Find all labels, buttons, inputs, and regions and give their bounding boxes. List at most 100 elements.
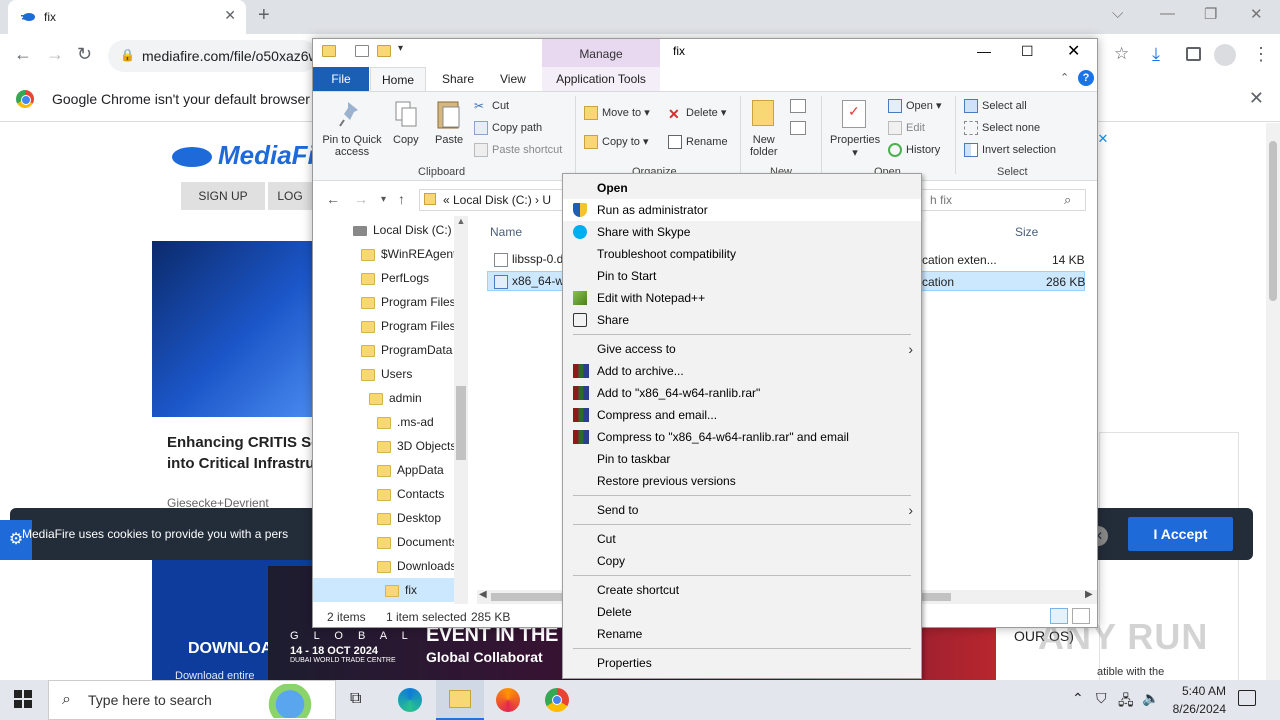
downloads-icon[interactable]: ⤓ bbox=[1152, 44, 1160, 65]
tree-item[interactable]: $WinREAgent bbox=[313, 242, 454, 266]
login-button[interactable]: LOG bbox=[268, 182, 312, 210]
page-scrollbar[interactable] bbox=[1266, 123, 1280, 680]
context-menu-item[interactable]: Send to › bbox=[563, 499, 921, 521]
context-menu-item[interactable]: Edit with Notepad++ bbox=[563, 287, 921, 309]
taskbar-time[interactable]: 5:40 AM bbox=[1166, 684, 1226, 698]
pin-to-quick-access-button[interactable]: Pin to Quick access bbox=[320, 134, 384, 158]
details-view-icon[interactable] bbox=[1050, 608, 1068, 624]
tree-item[interactable]: admin bbox=[313, 386, 454, 410]
explorer-forward-icon[interactable]: → bbox=[354, 191, 368, 207]
copy-path-button[interactable]: Copy path bbox=[474, 121, 542, 135]
column-name-header[interactable]: Name bbox=[490, 225, 522, 239]
select-all-button[interactable]: Select all bbox=[964, 99, 1027, 113]
context-menu-item[interactable]: Add to "x86_64-w64-ranlib.rar" bbox=[563, 382, 921, 404]
tree-item[interactable]: Downloads bbox=[313, 554, 454, 578]
tab-home[interactable]: Home bbox=[370, 67, 426, 92]
context-menu-item[interactable]: Open bbox=[563, 177, 921, 199]
task-view-icon[interactable]: ⧉ bbox=[350, 690, 361, 708]
rename-button[interactable]: Rename bbox=[668, 135, 728, 149]
context-menu-item[interactable]: Compress to "x86_64-w64-ranlib.rar" and … bbox=[563, 426, 921, 448]
network-icon[interactable]: 🖧 bbox=[1118, 690, 1134, 714]
context-menu-item[interactable]: Create shortcut bbox=[563, 579, 921, 601]
tree-item[interactable]: Documents bbox=[313, 530, 454, 554]
minimize-button[interactable]: — bbox=[1160, 5, 1175, 22]
invert-selection-button[interactable]: Invert selection bbox=[964, 143, 1056, 157]
file-row[interactable]: x86_64-w bbox=[494, 274, 564, 289]
page-scrollbar-thumb[interactable] bbox=[1269, 141, 1277, 301]
notification-center-icon[interactable] bbox=[1238, 690, 1256, 706]
chrome-menu-icon[interactable]: ⋮ bbox=[1252, 44, 1270, 65]
explorer-minimize-button[interactable]: — bbox=[977, 43, 991, 59]
explorer-taskbar-button[interactable] bbox=[436, 680, 484, 720]
tree-scrollbar[interactable]: ▲ bbox=[454, 216, 468, 604]
new-item-icon[interactable] bbox=[790, 99, 806, 113]
manage-tab-header[interactable]: Manage bbox=[542, 39, 660, 67]
context-menu-item[interactable]: Cut bbox=[563, 528, 921, 550]
tray-security-icon[interactable]: ⛉ bbox=[1096, 690, 1107, 707]
mediafire-logo[interactable]: MediaFi bbox=[172, 140, 315, 171]
context-menu-item[interactable]: Pin to taskbar bbox=[563, 448, 921, 470]
tree-item[interactable]: ProgramData bbox=[313, 338, 454, 362]
ribbon-collapse-icon[interactable]: ⌃ bbox=[1060, 71, 1069, 84]
explorer-back-icon[interactable]: ← bbox=[326, 191, 340, 207]
edge-icon[interactable] bbox=[398, 688, 422, 712]
properties-button[interactable]: Properties ▾ bbox=[830, 134, 880, 159]
history-button[interactable]: History bbox=[888, 143, 940, 157]
tab-search-icon[interactable]: ⌵ bbox=[1112, 5, 1123, 22]
tree-item[interactable]: .ms-ad bbox=[313, 410, 454, 434]
accept-cookies-button[interactable]: I Accept bbox=[1128, 517, 1233, 551]
tree-item[interactable]: Program Files bbox=[313, 314, 454, 338]
tree-item[interactable]: Desktop bbox=[313, 506, 454, 530]
side-panel-icon[interactable] bbox=[1186, 47, 1201, 61]
up-arrow-icon[interactable]: ↑ bbox=[398, 191, 405, 207]
tree-item[interactable]: Local Disk (C:) bbox=[313, 218, 454, 242]
copy-to-button[interactable]: Copy to ▾ bbox=[584, 135, 649, 150]
forward-arrow-icon[interactable]: → bbox=[46, 44, 64, 65]
explorer-maximize-button[interactable]: ☐ bbox=[1021, 43, 1034, 60]
context-menu-item[interactable]: Compress and email... bbox=[563, 404, 921, 426]
tree-item[interactable]: AppData bbox=[313, 458, 454, 482]
tree-item[interactable]: Users bbox=[313, 362, 454, 386]
close-window-button[interactable]: ✕ bbox=[1250, 5, 1263, 23]
signup-button[interactable]: SIGN UP bbox=[181, 182, 265, 210]
infobar-close-icon[interactable]: ✕ bbox=[1249, 88, 1264, 109]
context-menu-item[interactable]: Restore previous versions bbox=[563, 470, 921, 492]
tab-view[interactable]: View bbox=[500, 72, 526, 86]
tree-item[interactable]: Contacts bbox=[313, 482, 454, 506]
tab-application-tools[interactable]: Application Tools bbox=[542, 67, 660, 91]
copy-button[interactable]: Copy bbox=[393, 134, 419, 146]
taskbar-date[interactable]: 8/26/2024 bbox=[1156, 702, 1226, 716]
tab-share[interactable]: Share bbox=[442, 72, 474, 86]
new-tab-button[interactable]: + bbox=[258, 4, 270, 27]
qat-dropdown-icon[interactable]: ▾ bbox=[398, 43, 403, 54]
large-icons-view-icon[interactable] bbox=[1072, 608, 1090, 624]
context-menu-item[interactable]: Add to archive... bbox=[563, 360, 921, 382]
windows-start-icon[interactable] bbox=[14, 690, 32, 708]
tree-item[interactable]: fix bbox=[313, 578, 454, 602]
context-menu-item[interactable]: Give access to › bbox=[563, 338, 921, 360]
open-button[interactable]: Open ▾ bbox=[888, 99, 942, 114]
file-row[interactable]: libssp-0.d bbox=[494, 252, 563, 267]
chrome-taskbar-icon[interactable] bbox=[545, 688, 569, 712]
context-menu-item[interactable]: Troubleshoot compatibility bbox=[563, 243, 921, 265]
context-menu-item[interactable]: Copy bbox=[563, 550, 921, 572]
paste-button[interactable]: Paste bbox=[435, 134, 463, 146]
firefox-icon[interactable] bbox=[496, 688, 520, 712]
explorer-close-button[interactable]: ✕ bbox=[1067, 41, 1080, 61]
tree-scroll-up-icon[interactable]: ▲ bbox=[454, 216, 468, 226]
context-menu-item[interactable]: Delete bbox=[563, 601, 921, 623]
tray-chevron-icon[interactable]: ⌃ bbox=[1072, 690, 1084, 707]
recent-locations-icon[interactable]: ▾ bbox=[381, 194, 386, 205]
restore-button[interactable]: ❐ bbox=[1204, 5, 1217, 23]
context-menu-item[interactable]: Properties bbox=[563, 652, 921, 674]
properties-qat-icon[interactable] bbox=[355, 45, 369, 57]
context-menu-item[interactable]: Run as administrator bbox=[563, 199, 921, 221]
cut-button[interactable]: ✂ Cut bbox=[474, 99, 509, 113]
address-bar[interactable]: 🔒 mediafire.com/file/o50xaz6w bbox=[108, 40, 319, 72]
context-menu-item[interactable]: Rename bbox=[563, 623, 921, 645]
article-title[interactable]: Enhancing CRITIS Se into Critical Infrast… bbox=[167, 432, 313, 474]
tab-close-icon[interactable]: ✕ bbox=[224, 7, 236, 24]
context-menu-item[interactable]: Pin to Start bbox=[563, 265, 921, 287]
tree-scroll-thumb[interactable] bbox=[456, 386, 466, 460]
article-hero-image[interactable] bbox=[152, 241, 314, 417]
